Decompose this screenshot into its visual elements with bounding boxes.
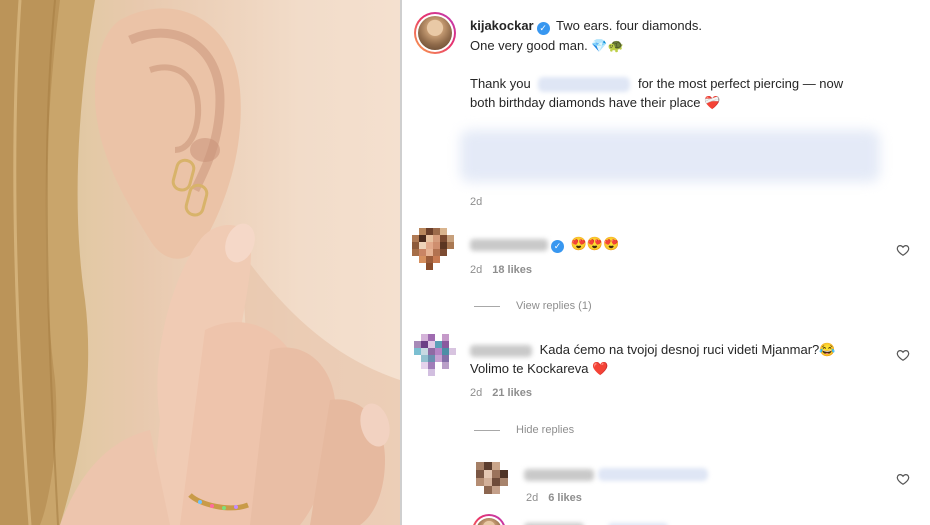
blurred-reply-text — [597, 468, 708, 482]
comment-2-avatar[interactable] — [414, 334, 456, 376]
comment-1-username[interactable] — [470, 238, 548, 251]
caption-line-3: Thank you for the most perfect piercing … — [470, 76, 844, 93]
reply-likes[interactable]: 6 likes — [548, 492, 582, 504]
caption-line-4: both birthday diamonds have their place … — [470, 95, 721, 110]
comment-1-time: 2d — [470, 264, 483, 276]
view-replies-toggle[interactable]: View replies (1) — [474, 300, 592, 312]
comment-2-time: 2d — [470, 387, 483, 399]
red-heart-emoji: ❤️ — [592, 361, 609, 376]
comment-1-meta: 2d 18 likes — [470, 264, 532, 276]
diamond-turtle-emoji: 💎🐢 — [591, 38, 624, 53]
comments-panel: kijakockar ✓ Two ears. four diamonds. One… — [402, 0, 930, 525]
laughing-emoji: 😂 — [819, 342, 836, 357]
hide-replies-toggle[interactable]: Hide replies — [474, 424, 574, 436]
reply-username[interactable] — [524, 468, 594, 481]
heart-eyes-emoji: 😍😍😍 — [570, 236, 620, 251]
blurred-hashtags — [460, 130, 880, 182]
comment-1-avatar[interactable] — [412, 228, 454, 270]
comment-2-line-1: Kada ćemo na tvojoj desnoj ruci videti M… — [470, 340, 835, 359]
reply-avatar[interactable] — [476, 462, 508, 494]
blurred-mention[interactable] — [538, 77, 631, 93]
comment-1-body: ✓ 😍😍😍 — [470, 234, 619, 253]
caption-text-1: Two ears. four diamonds. — [556, 18, 702, 33]
heart-outline-icon[interactable] — [896, 472, 910, 486]
reply-body — [524, 464, 708, 483]
post-photo — [0, 0, 400, 525]
reply-meta: 2d 6 likes — [526, 492, 582, 504]
comment-2-likes[interactable]: 21 likes — [492, 387, 532, 399]
comment-2-text-1: Kada ćemo na tvojoj desnoj ruci videti M… — [539, 342, 820, 357]
author-avatar[interactable] — [414, 12, 456, 54]
comment-1-likes[interactable]: 18 likes — [492, 264, 532, 276]
caption-line-2: One very good man. 💎🐢 — [470, 38, 624, 53]
heart-outline-icon[interactable] — [896, 243, 910, 257]
comment-2-meta: 2d 21 likes — [470, 387, 532, 399]
reply-time: 2d — [526, 492, 539, 504]
next-reply-avatar[interactable] — [472, 514, 506, 525]
heart-outline-icon[interactable] — [896, 348, 910, 362]
author-username[interactable]: kijakockar — [470, 18, 534, 33]
comment-2-text-2: Volimo te Kockareva — [470, 361, 589, 376]
verified-badge-icon: ✓ — [536, 22, 550, 35]
verified-badge-icon: ✓ — [551, 240, 564, 253]
caption-line-1: kijakockar ✓ Two ears. four diamonds. — [470, 16, 702, 35]
ear-photo-illustration — [0, 0, 400, 525]
post-time: 2d — [470, 196, 483, 208]
mending-heart-emoji: ❤️‍🩹 — [704, 95, 721, 110]
next-reply-cutoff: ✓ — [524, 518, 674, 525]
comment-2-line-2: Volimo te Kockareva ❤️ — [470, 359, 608, 378]
comment-2-username[interactable] — [470, 344, 532, 357]
